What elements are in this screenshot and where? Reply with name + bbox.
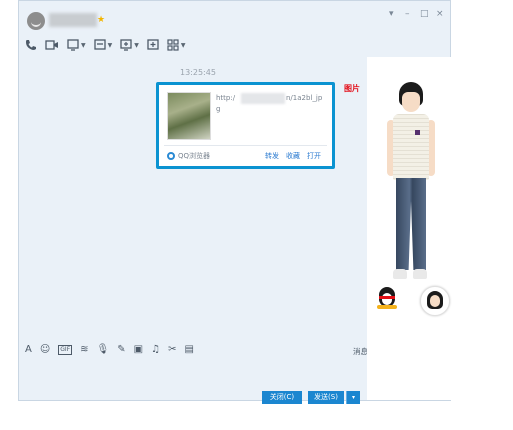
my-avatar[interactable]: [420, 286, 450, 316]
image-badge: 图片: [344, 83, 362, 95]
contact-name-redacted: [49, 13, 97, 27]
image-badge-label: 图片: [344, 84, 360, 93]
input-toolbar: A ☺ GIF ≋ 🎙 ✎ ▣ ♫ ✂ ▤: [25, 343, 202, 357]
red-packet-button[interactable]: ▤: [184, 343, 193, 357]
favorite-link[interactable]: 收藏: [286, 151, 300, 161]
remote-assist-button[interactable]: ▼: [93, 37, 113, 53]
shake-button[interactable]: ≋: [80, 343, 88, 357]
link-thumbnail-image[interactable]: [167, 92, 211, 140]
screen-share-button[interactable]: ▼: [67, 37, 86, 53]
title-bar: ★ ▾ – □ ×: [19, 1, 450, 33]
screen-share-icon: [67, 39, 79, 51]
link-url-suffix[interactable]: n/1a2bl_jp: [286, 94, 322, 102]
file-transfer-button[interactable]: ▼: [120, 37, 139, 53]
minimize-button[interactable]: –: [405, 9, 410, 19]
new-group-icon: [147, 39, 159, 50]
voice-call-button[interactable]: [25, 37, 37, 53]
chevron-down-icon[interactable]: ▼: [81, 42, 86, 49]
chevron-down-icon[interactable]: ▼: [134, 42, 139, 49]
close-window-button[interactable]: ×: [436, 9, 444, 19]
font-button[interactable]: A: [25, 343, 32, 357]
qq-penguin-icon[interactable]: [375, 287, 399, 309]
link-url-prefix[interactable]: http:/: [216, 94, 235, 102]
send-button[interactable]: 发送(S): [308, 391, 344, 404]
link-url-redacted: [241, 93, 285, 104]
screenshot-button[interactable]: ✂: [168, 343, 176, 357]
chevron-down-icon[interactable]: ▼: [108, 42, 113, 49]
new-group-button[interactable]: [147, 37, 159, 53]
open-link[interactable]: 打开: [307, 151, 321, 161]
phone-icon: [26, 40, 36, 50]
file-transfer-icon: [120, 39, 132, 51]
star-icon: ★: [97, 15, 106, 25]
link-url-tail[interactable]: g: [216, 105, 220, 113]
apps-button[interactable]: ▼: [167, 37, 186, 53]
close-button[interactable]: 关闭(C): [262, 391, 302, 404]
chat-toolbar: ▼ ▼ ▼ ▼: [25, 37, 194, 53]
forward-link[interactable]: 转发: [265, 151, 279, 161]
remote-assist-icon: [93, 39, 106, 50]
message-timestamp: 13:25:45: [180, 68, 216, 77]
send-options-button[interactable]: ▾: [346, 391, 360, 404]
qq-browser-icon: [167, 152, 175, 160]
card-divider: [164, 145, 327, 146]
show-panel: [367, 57, 451, 400]
video-call-icon: [45, 40, 58, 50]
link-preview-card[interactable]: http:/ n/1a2bl_jp g QQ浏览器 转发 收藏 打开: [156, 82, 335, 169]
chevron-down-icon[interactable]: ▼: [181, 42, 186, 49]
browser-label: QQ浏览器: [178, 152, 211, 160]
music-button[interactable]: ♫: [151, 343, 160, 357]
contact-avatar[interactable]: [27, 12, 45, 30]
gif-button[interactable]: GIF: [58, 345, 73, 355]
handwriting-button[interactable]: ✎: [117, 343, 125, 357]
image-button[interactable]: ▣: [134, 343, 143, 357]
voice-message-button[interactable]: 🎙: [97, 343, 110, 357]
maximize-button[interactable]: □: [420, 9, 429, 19]
avatar-show-figure: [387, 82, 435, 312]
video-call-button[interactable]: [45, 37, 59, 53]
message-area[interactable]: 13:25:45 http:/ n/1a2bl_jp g QQ浏览器 转发 收藏…: [19, 61, 368, 338]
menu-chevron-icon[interactable]: ▾: [389, 9, 394, 19]
apps-icon: [167, 39, 179, 51]
emoji-button[interactable]: ☺: [40, 343, 50, 357]
browser-source: QQ浏览器: [167, 151, 210, 161]
